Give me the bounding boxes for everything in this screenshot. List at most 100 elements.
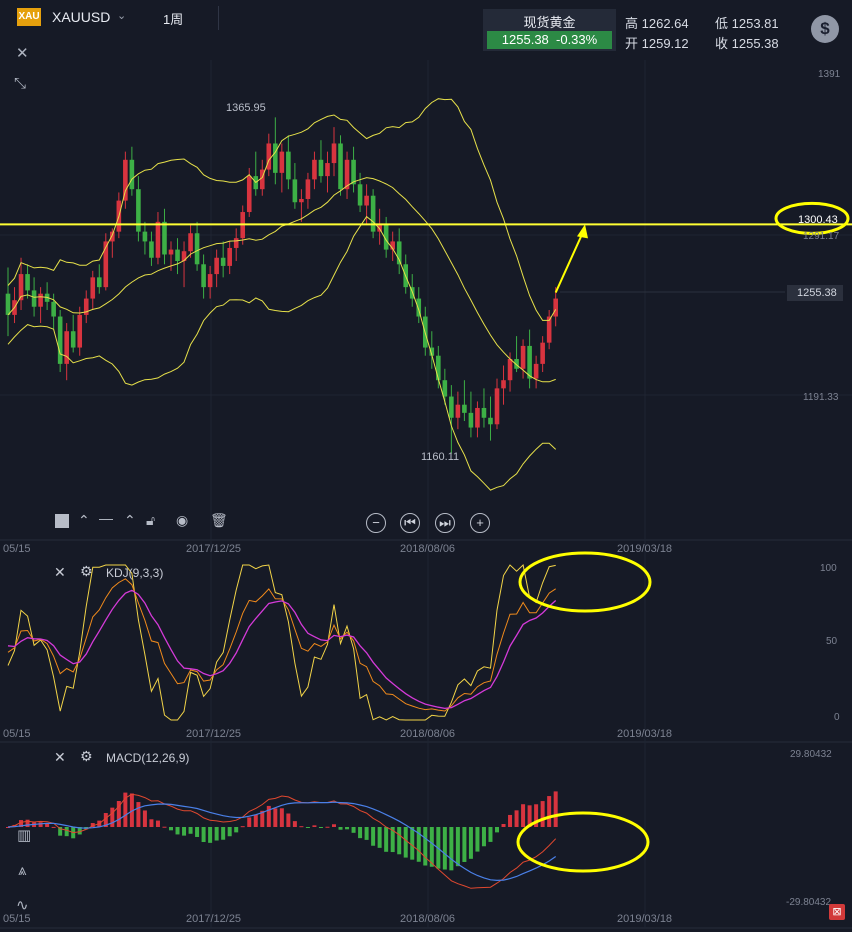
date-label: 05/15 [3, 913, 31, 925]
macd-histogram-bar [227, 827, 232, 837]
candle-body [481, 407, 487, 418]
candle-body [220, 257, 226, 266]
macd-histogram-bar [364, 827, 369, 840]
candle-body [540, 342, 545, 364]
macd-histogram-bar [175, 827, 180, 835]
candle-body [70, 331, 76, 348]
macd-histogram-bar [182, 827, 187, 836]
macd-axis-top: 29.80432 [790, 749, 832, 760]
close-macd-icon[interactable]: ✕ [54, 749, 66, 766]
candle-body [475, 407, 480, 428]
kdj-axis-top: 100 [820, 563, 837, 574]
low-annotation: 1160.11 [421, 451, 460, 463]
candle-body [207, 274, 213, 288]
zoom-out-button[interactable]: − [366, 513, 386, 533]
candle-body [123, 159, 128, 201]
candle-body [449, 396, 454, 418]
candle-body [64, 331, 69, 364]
candle-body [488, 417, 493, 425]
draw-tool-icon[interactable]: ⩓ [18, 862, 26, 879]
macd-histogram-bar [305, 827, 310, 828]
lock-icon[interactable]: 🔓︎ [146, 512, 155, 529]
candle-body [142, 231, 148, 242]
macd-histogram-bar [488, 827, 493, 842]
indicator-tool-icon[interactable]: ∿ [16, 896, 29, 914]
macd-label: MACD(12,26,9) [106, 751, 190, 765]
candle-body [370, 195, 376, 232]
chart-canvas[interactable] [0, 0, 852, 932]
line-style-icon[interactable]: — [99, 510, 113, 526]
price-axis-top: 1391 [818, 69, 841, 80]
candle-body [194, 233, 200, 265]
macd-histogram-bar [240, 826, 245, 828]
chevron-up-icon[interactable]: ⌃ [78, 512, 90, 529]
candle-body [501, 380, 506, 389]
macd-histogram-bar [51, 826, 56, 828]
candle-body [318, 159, 324, 177]
date-label: 05/15 [3, 728, 31, 740]
macd-histogram-bar [468, 827, 473, 859]
candle-body [436, 355, 441, 381]
candle-body [494, 388, 500, 425]
date-label: 2019/03/18 [617, 728, 673, 740]
date-label: 2019/03/18 [617, 543, 673, 555]
macd-histogram-bar [234, 827, 239, 833]
macd-histogram-bar [273, 808, 278, 827]
candle-body [286, 151, 291, 180]
zoom-in-button[interactable]: + [470, 513, 490, 533]
candle-body [38, 293, 43, 307]
candle-body [25, 274, 30, 291]
macd-histogram-bar [358, 827, 363, 839]
macd-histogram-bar [162, 826, 167, 828]
eye-icon[interactable]: ◉ [176, 512, 188, 529]
date-label: 2018/08/06 [400, 728, 456, 740]
gear-icon[interactable]: ⚙ [80, 563, 93, 580]
macd-histogram-bar [462, 827, 467, 862]
kdj-axis-mid: 50 [826, 636, 838, 647]
bollinger-lower [7, 215, 557, 491]
macd-histogram-bar [221, 827, 226, 840]
candle-body [155, 221, 161, 258]
macd-histogram-bar [312, 825, 317, 827]
candle-body [462, 404, 467, 413]
candle-body [507, 358, 513, 381]
candle-body [233, 238, 239, 248]
candle-body [90, 277, 96, 299]
candle-body [351, 159, 356, 185]
macd-histogram-bar [547, 796, 552, 827]
macd-histogram-bar [455, 827, 460, 867]
macd-histogram-bar [169, 827, 173, 831]
color-swatch-icon[interactable] [55, 514, 69, 528]
date-label: 2017/12/25 [186, 913, 242, 925]
chevron-up-icon[interactable]: ⌃ [124, 512, 136, 529]
macd-histogram-bar [514, 810, 519, 827]
close-kdj-icon[interactable]: ✕ [54, 564, 66, 581]
macd-histogram-bar [371, 827, 376, 846]
trash-icon[interactable]: 🗑︎ [210, 512, 228, 529]
bollinger-upper [7, 98, 557, 321]
chart-app: XAU XAUUSD ⌄ 1周 现货黄金 1255.38 -0.33% 高 12… [0, 0, 852, 932]
candle-body [279, 151, 285, 173]
candle-body [305, 179, 311, 199]
macd-axis-bottom: -29.80432 [786, 897, 832, 908]
macd-histogram-bar [481, 827, 486, 847]
macd-histogram-bar [377, 827, 382, 848]
candle-body [175, 249, 180, 262]
candle-body [31, 290, 37, 307]
candle-body [357, 184, 363, 206]
current-price-tag: 1255.38 [787, 285, 843, 301]
candle-body [527, 345, 532, 379]
gear-icon[interactable]: ⚙ [80, 748, 93, 765]
macd-histogram-bar [475, 827, 480, 852]
candle-body [149, 241, 154, 258]
screenshot-icon[interactable]: ⊠ [829, 904, 845, 920]
macd-histogram-bar [38, 822, 43, 827]
step-forward-button[interactable]: ⏭︎ [435, 513, 455, 533]
step-back-button[interactable]: ⏮︎ [400, 513, 420, 533]
candle-body [292, 179, 298, 203]
candle-body [312, 159, 317, 180]
candle-body [273, 143, 278, 173]
candle-body [227, 247, 232, 266]
chart-tool-icon[interactable]: ▥ [17, 826, 31, 844]
macd-histogram-bar [397, 827, 402, 855]
